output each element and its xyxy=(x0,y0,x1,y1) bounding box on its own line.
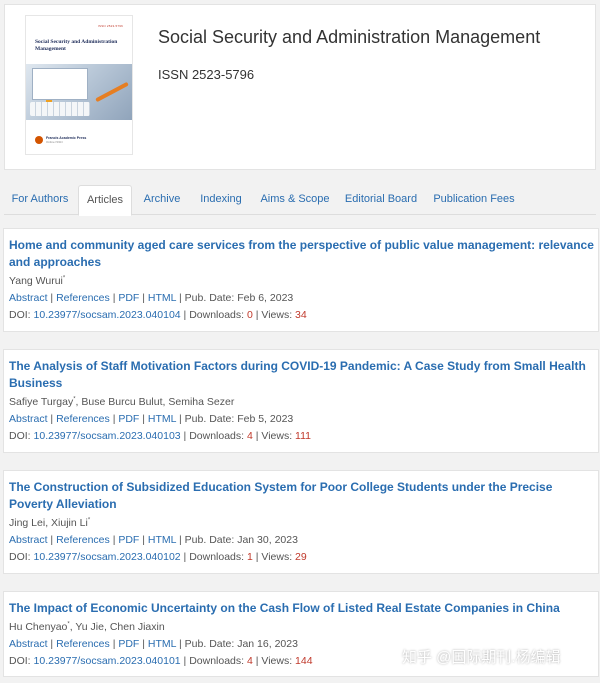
article-meta-links: Abstract | References | PDF | HTML | Pub… xyxy=(9,534,298,546)
article-meta-links: Abstract | References | PDF | HTML | Pub… xyxy=(9,292,294,304)
views-count: 144 xyxy=(295,655,313,667)
article-title-link[interactable]: The Analysis of Staff Motivation Factors… xyxy=(9,358,595,392)
journal-title: Social Security and Administration Manag… xyxy=(158,27,541,47)
pdf-link[interactable]: PDF xyxy=(118,638,139,650)
article-authors: Safiye Turgay*, Buse Burcu Bulut, Semiha… xyxy=(9,396,235,408)
doi-label: DOI: xyxy=(9,430,34,442)
article-meta-links: Abstract | References | PDF | HTML | Pub… xyxy=(9,413,294,425)
pdf-link[interactable]: PDF xyxy=(118,292,139,304)
journal-nav-tabs: For Authors Articles Archive Indexing Ai… xyxy=(4,185,596,216)
pub-date: Jan 16, 2023 xyxy=(237,638,298,650)
views-label: Views: xyxy=(261,551,296,563)
cover-illustration xyxy=(26,64,132,120)
tab-aims-scope[interactable]: Aims & Scope xyxy=(253,185,337,215)
tab-articles[interactable]: Articles xyxy=(78,185,132,216)
cover-screen-graphic xyxy=(32,68,88,100)
downloads-label: Downloads: xyxy=(189,309,247,321)
article-stats: DOI: 10.23977/socsam.2023.040101 | Downl… xyxy=(9,655,313,667)
pdf-link[interactable]: PDF xyxy=(118,413,139,425)
cover-pen-graphic xyxy=(95,81,129,103)
corresponding-author-mark: * xyxy=(62,275,66,282)
author-name: Hu Chenyao xyxy=(9,621,68,633)
author-name: Xiujin Li xyxy=(51,517,88,529)
author-name: Semiha Sezer xyxy=(168,396,235,408)
article-title-link[interactable]: Home and community aged care services fr… xyxy=(9,237,595,271)
author-name: Safiye Turgay xyxy=(9,396,74,408)
downloads-label: Downloads: xyxy=(189,655,247,667)
html-link[interactable]: HTML xyxy=(148,534,176,546)
author-name: Buse Burcu Bulut xyxy=(81,396,163,408)
downloads-label: Downloads: xyxy=(189,430,247,442)
cover-keyboard-graphic xyxy=(30,102,90,116)
article-card: Home and community aged care services fr… xyxy=(3,228,599,332)
pub-date: Feb 6, 2023 xyxy=(237,292,294,304)
cover-title: Social Security and Administration Manag… xyxy=(35,39,118,52)
doi-link[interactable]: 10.23977/socsam.2023.040102 xyxy=(34,551,181,563)
doi-label: DOI: xyxy=(9,551,34,563)
journal-cover-image[interactable]: ISSN 2523-5796 Social Security and Admin… xyxy=(25,15,133,155)
doi-link[interactable]: 10.23977/socsam.2023.040104 xyxy=(34,309,181,321)
journal-issn: ISSN 2523-5796 xyxy=(158,67,255,82)
references-link[interactable]: References xyxy=(56,413,110,425)
cover-publisher-sub: Online ISSN xyxy=(46,140,63,144)
references-link[interactable]: References xyxy=(56,292,110,304)
tab-archive[interactable]: Archive xyxy=(135,185,189,215)
article-stats: DOI: 10.23977/socsam.2023.040104 | Downl… xyxy=(9,309,307,321)
article-stats: DOI: 10.23977/socsam.2023.040103 | Downl… xyxy=(9,430,312,442)
publisher-logo-icon xyxy=(35,136,43,144)
views-label: Views: xyxy=(261,430,296,442)
article-meta-links: Abstract | References | PDF | HTML | Pub… xyxy=(9,638,298,650)
corresponding-author-mark: * xyxy=(87,517,91,524)
pub-date: Jan 30, 2023 xyxy=(237,534,298,546)
references-link[interactable]: References xyxy=(56,534,110,546)
abstract-link[interactable]: Abstract xyxy=(9,638,48,650)
author-name: Jing Lei xyxy=(9,517,46,529)
doi-link[interactable]: 10.23977/socsam.2023.040103 xyxy=(34,430,181,442)
cover-issn: ISSN 2523-5796 xyxy=(98,24,123,28)
doi-label: DOI: xyxy=(9,655,34,667)
abstract-link[interactable]: Abstract xyxy=(9,413,48,425)
article-title-link[interactable]: The Impact of Economic Uncertainty on th… xyxy=(9,600,595,617)
html-link[interactable]: HTML xyxy=(148,413,176,425)
article-card: The Analysis of Staff Motivation Factors… xyxy=(3,349,599,453)
journal-header: ISSN 2523-5796 Social Security and Admin… xyxy=(4,4,596,170)
downloads-label: Downloads: xyxy=(189,551,247,563)
pub-date-label: Pub. Date: xyxy=(184,292,238,304)
views-count: 111 xyxy=(295,430,312,442)
pub-date-label: Pub. Date: xyxy=(184,534,238,546)
references-link[interactable]: References xyxy=(56,638,110,650)
doi-link[interactable]: 10.23977/socsam.2023.040101 xyxy=(34,655,181,667)
views-label: Views: xyxy=(261,309,296,321)
article-authors: Jing Lei, Xiujin Li* xyxy=(9,517,91,529)
article-authors: Yang Wurui* xyxy=(9,274,65,288)
author-name: Yu Jie xyxy=(75,621,104,633)
pub-date-label: Pub. Date: xyxy=(184,638,238,650)
html-link[interactable]: HTML xyxy=(148,292,176,304)
pdf-link[interactable]: PDF xyxy=(118,534,139,546)
article-title-link[interactable]: The Construction of Subsidized Education… xyxy=(9,479,595,513)
pub-date-label: Pub. Date: xyxy=(184,413,238,425)
html-link[interactable]: HTML xyxy=(148,638,176,650)
tab-for-authors[interactable]: For Authors xyxy=(4,185,76,215)
pub-date: Feb 5, 2023 xyxy=(237,413,294,425)
article-authors: Hu Chenyao*, Yu Jie, Chen Jiaxin xyxy=(9,621,165,633)
views-label: Views: xyxy=(261,655,296,667)
doi-label: DOI: xyxy=(9,309,34,321)
tab-publication-fees[interactable]: Publication Fees xyxy=(427,185,521,215)
watermark-text: 知乎 @国际期刊.杨编辑 xyxy=(402,649,561,666)
author-name: Yang Wurui xyxy=(9,275,63,287)
article-stats: DOI: 10.23977/socsam.2023.040102 | Downl… xyxy=(9,551,307,563)
tab-editorial-board[interactable]: Editorial Board xyxy=(340,185,422,215)
abstract-link[interactable]: Abstract xyxy=(9,534,48,546)
article-card: The Construction of Subsidized Education… xyxy=(3,470,599,574)
abstract-link[interactable]: Abstract xyxy=(9,292,48,304)
views-count: 34 xyxy=(295,309,307,321)
views-count: 29 xyxy=(295,551,307,563)
tab-indexing[interactable]: Indexing xyxy=(193,185,249,215)
author-name: Chen Jiaxin xyxy=(109,621,165,633)
